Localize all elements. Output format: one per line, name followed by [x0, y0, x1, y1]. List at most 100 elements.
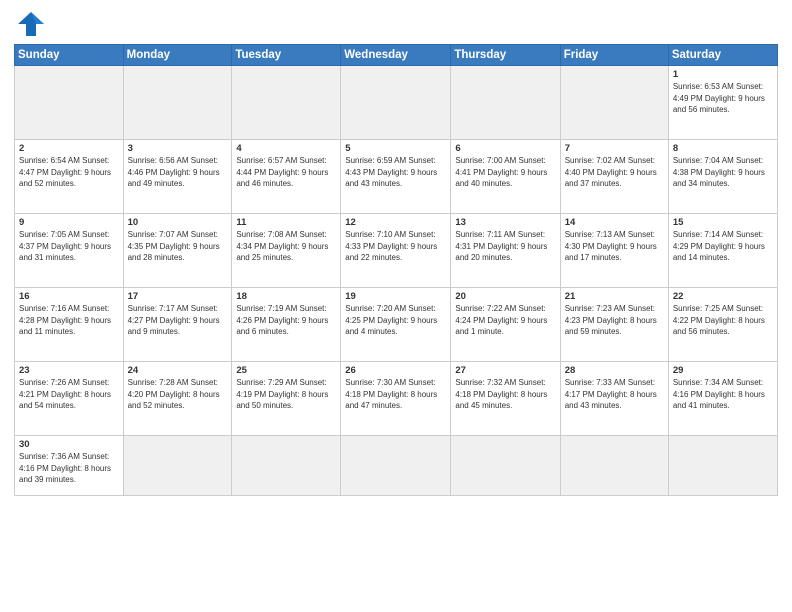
day-info: Sunrise: 7:25 AM Sunset: 4:22 PM Dayligh… [673, 303, 773, 338]
calendar-cell: 20Sunrise: 7:22 AM Sunset: 4:24 PM Dayli… [451, 288, 560, 362]
day-number: 28 [565, 365, 664, 376]
day-info: Sunrise: 7:20 AM Sunset: 4:25 PM Dayligh… [345, 303, 446, 338]
day-number: 11 [236, 217, 336, 228]
day-number: 14 [565, 217, 664, 228]
calendar-cell [123, 436, 232, 496]
day-info: Sunrise: 7:07 AM Sunset: 4:35 PM Dayligh… [128, 229, 228, 264]
calendar-cell [560, 436, 668, 496]
day-number: 21 [565, 291, 664, 302]
calendar-cell: 14Sunrise: 7:13 AM Sunset: 4:30 PM Dayli… [560, 214, 668, 288]
day-number: 20 [455, 291, 555, 302]
day-info: Sunrise: 6:59 AM Sunset: 4:43 PM Dayligh… [345, 155, 446, 190]
day-number: 17 [128, 291, 228, 302]
calendar-cell [123, 66, 232, 140]
calendar-cell: 3Sunrise: 6:56 AM Sunset: 4:46 PM Daylig… [123, 140, 232, 214]
calendar-header-row: Sunday Monday Tuesday Wednesday Thursday… [15, 45, 778, 66]
logo [14, 10, 52, 38]
calendar-cell: 11Sunrise: 7:08 AM Sunset: 4:34 PM Dayli… [232, 214, 341, 288]
day-info: Sunrise: 7:13 AM Sunset: 4:30 PM Dayligh… [565, 229, 664, 264]
col-saturday: Saturday [668, 45, 777, 66]
calendar-cell: 21Sunrise: 7:23 AM Sunset: 4:23 PM Dayli… [560, 288, 668, 362]
col-wednesday: Wednesday [341, 45, 451, 66]
day-info: Sunrise: 6:54 AM Sunset: 4:47 PM Dayligh… [19, 155, 119, 190]
col-sunday: Sunday [15, 45, 124, 66]
logo-icon [14, 10, 48, 38]
calendar-cell [668, 436, 777, 496]
day-info: Sunrise: 7:32 AM Sunset: 4:18 PM Dayligh… [455, 377, 555, 412]
calendar-cell: 15Sunrise: 7:14 AM Sunset: 4:29 PM Dayli… [668, 214, 777, 288]
day-number: 15 [673, 217, 773, 228]
day-number: 12 [345, 217, 446, 228]
calendar-cell: 29Sunrise: 7:34 AM Sunset: 4:16 PM Dayli… [668, 362, 777, 436]
calendar-week-row: 30Sunrise: 7:36 AM Sunset: 4:16 PM Dayli… [15, 436, 778, 496]
calendar-cell: 28Sunrise: 7:33 AM Sunset: 4:17 PM Dayli… [560, 362, 668, 436]
day-info: Sunrise: 7:28 AM Sunset: 4:20 PM Dayligh… [128, 377, 228, 412]
calendar-cell: 1Sunrise: 6:53 AM Sunset: 4:49 PM Daylig… [668, 66, 777, 140]
day-info: Sunrise: 7:26 AM Sunset: 4:21 PM Dayligh… [19, 377, 119, 412]
day-number: 5 [345, 143, 446, 154]
day-number: 24 [128, 365, 228, 376]
day-number: 22 [673, 291, 773, 302]
day-info: Sunrise: 7:05 AM Sunset: 4:37 PM Dayligh… [19, 229, 119, 264]
calendar-cell: 2Sunrise: 6:54 AM Sunset: 4:47 PM Daylig… [15, 140, 124, 214]
day-info: Sunrise: 7:34 AM Sunset: 4:16 PM Dayligh… [673, 377, 773, 412]
calendar-cell [341, 436, 451, 496]
day-info: Sunrise: 7:08 AM Sunset: 4:34 PM Dayligh… [236, 229, 336, 264]
calendar-cell: 30Sunrise: 7:36 AM Sunset: 4:16 PM Dayli… [15, 436, 124, 496]
day-number: 9 [19, 217, 119, 228]
day-number: 18 [236, 291, 336, 302]
day-number: 1 [673, 69, 773, 80]
calendar-week-row: 23Sunrise: 7:26 AM Sunset: 4:21 PM Dayli… [15, 362, 778, 436]
day-info: Sunrise: 7:30 AM Sunset: 4:18 PM Dayligh… [345, 377, 446, 412]
day-info: Sunrise: 6:57 AM Sunset: 4:44 PM Dayligh… [236, 155, 336, 190]
day-info: Sunrise: 7:10 AM Sunset: 4:33 PM Dayligh… [345, 229, 446, 264]
calendar-cell: 22Sunrise: 7:25 AM Sunset: 4:22 PM Dayli… [668, 288, 777, 362]
calendar-cell [15, 66, 124, 140]
calendar-week-row: 9Sunrise: 7:05 AM Sunset: 4:37 PM Daylig… [15, 214, 778, 288]
calendar-cell: 25Sunrise: 7:29 AM Sunset: 4:19 PM Dayli… [232, 362, 341, 436]
day-info: Sunrise: 7:17 AM Sunset: 4:27 PM Dayligh… [128, 303, 228, 338]
day-info: Sunrise: 7:33 AM Sunset: 4:17 PM Dayligh… [565, 377, 664, 412]
day-number: 10 [128, 217, 228, 228]
day-info: Sunrise: 7:19 AM Sunset: 4:26 PM Dayligh… [236, 303, 336, 338]
calendar-cell: 10Sunrise: 7:07 AM Sunset: 4:35 PM Dayli… [123, 214, 232, 288]
day-info: Sunrise: 7:00 AM Sunset: 4:41 PM Dayligh… [455, 155, 555, 190]
calendar-cell [232, 436, 341, 496]
day-number: 23 [19, 365, 119, 376]
day-info: Sunrise: 7:36 AM Sunset: 4:16 PM Dayligh… [19, 451, 119, 486]
calendar-cell: 13Sunrise: 7:11 AM Sunset: 4:31 PM Dayli… [451, 214, 560, 288]
calendar-week-row: 16Sunrise: 7:16 AM Sunset: 4:28 PM Dayli… [15, 288, 778, 362]
calendar-cell: 18Sunrise: 7:19 AM Sunset: 4:26 PM Dayli… [232, 288, 341, 362]
header [14, 10, 778, 38]
day-number: 30 [19, 439, 119, 450]
calendar-cell: 7Sunrise: 7:02 AM Sunset: 4:40 PM Daylig… [560, 140, 668, 214]
col-thursday: Thursday [451, 45, 560, 66]
day-number: 27 [455, 365, 555, 376]
calendar-cell: 27Sunrise: 7:32 AM Sunset: 4:18 PM Dayli… [451, 362, 560, 436]
day-info: Sunrise: 7:11 AM Sunset: 4:31 PM Dayligh… [455, 229, 555, 264]
day-info: Sunrise: 6:53 AM Sunset: 4:49 PM Dayligh… [673, 81, 773, 116]
day-number: 19 [345, 291, 446, 302]
calendar-week-row: 2Sunrise: 6:54 AM Sunset: 4:47 PM Daylig… [15, 140, 778, 214]
calendar-cell: 17Sunrise: 7:17 AM Sunset: 4:27 PM Dayli… [123, 288, 232, 362]
day-number: 3 [128, 143, 228, 154]
calendar-cell [232, 66, 341, 140]
day-info: Sunrise: 6:56 AM Sunset: 4:46 PM Dayligh… [128, 155, 228, 190]
calendar-week-row: 1Sunrise: 6:53 AM Sunset: 4:49 PM Daylig… [15, 66, 778, 140]
col-friday: Friday [560, 45, 668, 66]
day-info: Sunrise: 7:14 AM Sunset: 4:29 PM Dayligh… [673, 229, 773, 264]
day-info: Sunrise: 7:16 AM Sunset: 4:28 PM Dayligh… [19, 303, 119, 338]
day-info: Sunrise: 7:04 AM Sunset: 4:38 PM Dayligh… [673, 155, 773, 190]
day-info: Sunrise: 7:29 AM Sunset: 4:19 PM Dayligh… [236, 377, 336, 412]
day-info: Sunrise: 7:22 AM Sunset: 4:24 PM Dayligh… [455, 303, 555, 338]
calendar-cell [341, 66, 451, 140]
day-number: 2 [19, 143, 119, 154]
calendar-body: 1Sunrise: 6:53 AM Sunset: 4:49 PM Daylig… [15, 66, 778, 496]
calendar-cell: 24Sunrise: 7:28 AM Sunset: 4:20 PM Dayli… [123, 362, 232, 436]
day-number: 29 [673, 365, 773, 376]
col-tuesday: Tuesday [232, 45, 341, 66]
day-number: 4 [236, 143, 336, 154]
calendar-cell [560, 66, 668, 140]
day-number: 7 [565, 143, 664, 154]
calendar-cell [451, 436, 560, 496]
